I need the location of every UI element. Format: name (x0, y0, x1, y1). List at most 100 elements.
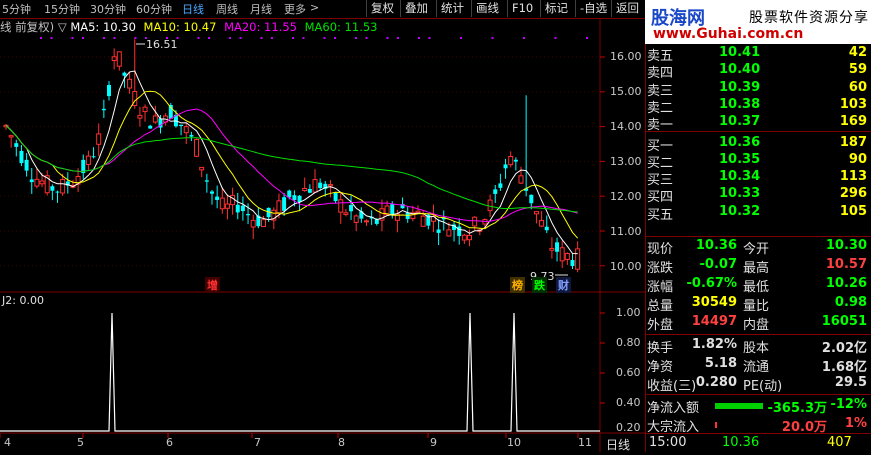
order-volume: 103 (839, 96, 867, 112)
order-book-row[interactable]: 买五 10.32 105 (647, 204, 869, 223)
order-book-row[interactable]: 买二 10.35 90 (647, 151, 869, 171)
stat-value: 0.280 (695, 375, 737, 390)
signal-dot (586, 37, 588, 39)
order-price: 10.35 (719, 151, 761, 167)
indicator-tick: 1.00 (616, 306, 641, 319)
signal-dot (554, 37, 557, 39)
order-price: 10.36 (719, 134, 761, 150)
candle-up (564, 252, 570, 260)
indicator-label: J2: 0.00 (2, 294, 44, 307)
flow-bar (715, 403, 763, 409)
order-book-row[interactable]: 卖二 10.38 103 (647, 96, 869, 116)
candle-down (215, 196, 220, 200)
order-level-label: 卖二 (647, 100, 674, 116)
stat-label: 换手 (647, 341, 674, 356)
candle-up (96, 133, 102, 145)
candle-up (116, 51, 122, 67)
date-tick: 11 (578, 436, 592, 449)
candle-up (302, 188, 308, 192)
candle-up (461, 234, 467, 241)
order-book-row[interactable]: 买四 10.33 296 (647, 186, 869, 206)
date-tick: 10 (507, 436, 521, 449)
candle-down (307, 188, 312, 193)
candle-up (533, 211, 539, 215)
tick-volume: 407 (827, 435, 852, 450)
stat-label: 净资 (647, 360, 674, 375)
signal-dot (260, 37, 263, 39)
signal-dot (271, 37, 273, 39)
stat-label: 股本 (743, 341, 770, 356)
flow-bar (715, 422, 717, 428)
flag-zeng[interactable]: 增 (205, 277, 220, 293)
candle-down (349, 205, 354, 212)
candle-up (276, 200, 282, 214)
candle-up (250, 219, 256, 228)
order-level-label: 买一 (647, 138, 674, 154)
candle-up (364, 220, 369, 223)
candle-up (353, 215, 359, 223)
signal-dot (229, 37, 231, 39)
stat-label: 现价 (647, 242, 674, 257)
flag-die[interactable]: 跌 (532, 277, 547, 293)
candle-down (19, 150, 24, 164)
candle-down (189, 135, 194, 137)
date-tick: 9 (430, 436, 437, 449)
candle-down (91, 156, 96, 158)
candle-up (539, 219, 545, 227)
candle-up (327, 184, 333, 187)
kline-chart[interactable] (0, 0, 645, 452)
flag-bang[interactable]: 榜 (510, 277, 525, 293)
divider (645, 236, 871, 237)
candle-down (544, 226, 549, 231)
candle-down (55, 191, 60, 193)
order-book-row[interactable]: 买三 10.34 113 (647, 169, 869, 188)
signal-dot (50, 37, 53, 39)
stat-value: 0.98 (834, 295, 867, 310)
flow-row: 净流入额 -365.3万 -12% (647, 397, 869, 417)
guhai-logo: 股海网 股票软件资源分享 www.Guhai.com.cn (645, 0, 871, 44)
candle-down (282, 197, 287, 211)
candle-up (559, 247, 565, 262)
order-price: 10.39 (719, 79, 761, 95)
indicator-tick: 0.80 (616, 336, 641, 349)
candle-up (85, 155, 91, 165)
order-volume: 90 (848, 151, 867, 167)
divider (645, 334, 871, 335)
order-level-label: 买五 (647, 207, 674, 223)
order-level-label: 卖四 (647, 66, 674, 82)
candle-up (60, 179, 66, 194)
candle-down (204, 180, 209, 182)
candle-down (493, 189, 498, 194)
candle-up (219, 197, 225, 210)
signal-dot (82, 37, 84, 39)
candle-up (446, 229, 452, 237)
stat-value: -0.07 (699, 257, 737, 272)
last-tick-row: 15:00 10.36 407 (647, 435, 869, 455)
candle-down (292, 195, 297, 201)
order-book-row[interactable]: 卖五 10.41 42 (647, 45, 869, 64)
order-volume: 169 (839, 114, 867, 130)
candle-up (472, 216, 478, 227)
order-level-label: 买四 (647, 190, 674, 206)
order-price: 10.40 (719, 62, 761, 78)
stat-value: 1.68亿 (821, 360, 867, 375)
order-volume: 113 (839, 169, 867, 185)
flow-label: 净流入额 (647, 401, 700, 416)
candle-up (549, 247, 555, 251)
candle-up (111, 56, 117, 62)
signal-dot (365, 37, 368, 39)
candle-down (240, 205, 245, 212)
order-price: 10.34 (719, 169, 761, 185)
order-volume: 59 (848, 62, 867, 78)
signal-dot (197, 37, 200, 39)
j2-indicator-line (0, 312, 600, 432)
order-book-row[interactable]: 卖四 10.40 59 (647, 62, 869, 82)
candle-down (570, 260, 575, 267)
order-book-row[interactable]: 卖三 10.39 60 (647, 79, 869, 99)
order-book-row[interactable]: 买一 10.36 187 (647, 134, 869, 154)
order-book-row[interactable]: 卖一 10.37 169 (647, 114, 869, 133)
date-mode-label[interactable]: 日线 (606, 436, 630, 453)
flag-cai[interactable]: 财 (556, 277, 571, 293)
order-price: 10.41 (719, 45, 761, 60)
candle-down (513, 159, 518, 162)
